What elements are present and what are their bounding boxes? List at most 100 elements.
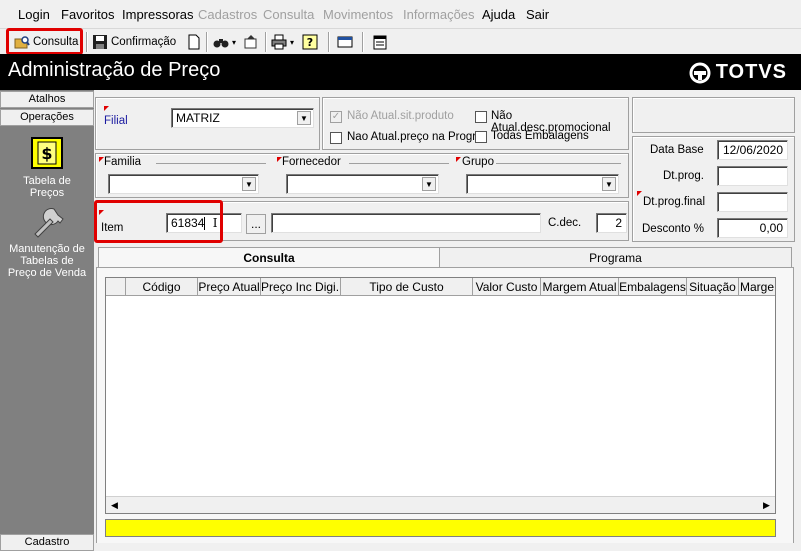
status-bar <box>105 519 776 537</box>
chevron-down-icon[interactable]: ▼ <box>297 111 311 125</box>
nao-atual-sit-produto-label: Não Atual.sit.produto <box>347 110 454 122</box>
chevron-down-icon[interactable]: ▼ <box>422 177 436 191</box>
export-button[interactable] <box>243 31 259 53</box>
totvs-logo: TOTVS <box>689 61 787 84</box>
help-button[interactable]: ? <box>302 31 318 53</box>
familia-select[interactable]: ▼ <box>108 174 259 194</box>
confirmacao-button-label: Confirmação <box>111 36 177 48</box>
nao-atual-desc-promocional-checkbox[interactable] <box>475 111 487 123</box>
find-button[interactable]: ▾ <box>213 31 236 53</box>
nav-item-manutencao[interactable]: Manutenção de Tabelas de Preço de Venda <box>0 205 94 279</box>
binoculars-icon <box>213 39 229 48</box>
grid-col-preco-inc-digi[interactable]: Preço Inc Digi... <box>261 278 341 296</box>
window-icon <box>337 36 353 48</box>
chevron-down-icon[interactable]: ▼ <box>242 177 256 191</box>
nav-item-tabela-de-precos[interactable]: $ Tabela de Preços <box>0 136 94 199</box>
save-icon <box>93 35 107 49</box>
dt-prog-final-label: Dt.prog.final <box>643 196 706 208</box>
grid-col-embalagens[interactable]: Embalagens <box>619 278 687 296</box>
module-header: Administração de Preço TOTVS <box>0 54 801 90</box>
cdec-label: C.dec. <box>548 217 582 229</box>
nao-atual-preco-prog-checkbox[interactable] <box>330 132 342 144</box>
grid-horizontal-scrollbar[interactable]: ◀ ▶ <box>106 496 775 513</box>
cdec-field[interactable]: 2 <box>596 213 627 233</box>
nao-atual-preco-prog-label: Nao Atual.preço na Progr. <box>347 131 479 143</box>
grid-col-selector[interactable] <box>106 278 126 296</box>
grid-col-tipo-de-custo[interactable]: Tipo de Custo <box>341 278 473 296</box>
totvs-logo-icon <box>689 62 711 83</box>
calendar-button[interactable] <box>372 31 388 53</box>
data-base-field[interactable]: 12/06/2020 <box>717 140 788 160</box>
print-button[interactable]: ▾ <box>271 31 294 53</box>
document-icon <box>188 34 200 50</box>
printer-icon <box>271 34 287 50</box>
filial-label: Filial <box>104 115 128 127</box>
grid-col-preco-atual[interactable]: Preço Atual <box>198 278 261 296</box>
menu-favoritos[interactable]: Favoritos <box>61 7 114 22</box>
nav-item-label: Manutenção de Tabelas de Preço de Venda <box>7 243 87 279</box>
nav-header-operacoes[interactable]: Operações <box>0 109 94 126</box>
grupo-label: Grupo <box>462 156 494 168</box>
window-button[interactable] <box>337 31 353 53</box>
wrench-icon <box>34 208 64 238</box>
classification-panel: Familia ▼ Fornecedor ▼ Grupo ▼ <box>95 153 629 198</box>
svg-text:?: ? <box>307 36 313 49</box>
item-description-field[interactable] <box>271 213 541 233</box>
desconto-field[interactable]: 0,00 <box>717 218 788 238</box>
results-grid[interactable]: Código Preço Atual Preço Inc Digi... Tip… <box>105 277 776 514</box>
menu-cadastros[interactable]: Cadastros <box>198 7 257 22</box>
scroll-right-icon[interactable]: ▶ <box>758 497 775 513</box>
page-title: Administração de Preço <box>8 59 221 81</box>
options-panel: ✓ Não Atual.sit.produto Nao Atual.preço … <box>322 97 629 150</box>
menu-informacoes[interactable]: Informações <box>403 7 475 22</box>
grupo-select[interactable]: ▼ <box>466 174 619 194</box>
export-icon <box>244 35 257 49</box>
nao-atual-sit-produto-checkbox[interactable]: ✓ <box>330 111 342 123</box>
data-base-label: Data Base <box>650 144 704 156</box>
tab-programa[interactable]: Programa <box>440 247 792 268</box>
grid-col-margem-atual[interactable]: Margem Atual <box>541 278 619 296</box>
fornecedor-select[interactable]: ▼ <box>286 174 439 194</box>
grid-col-valor-custo[interactable]: Valor Custo <box>473 278 541 296</box>
dt-prog-final-field[interactable] <box>717 192 788 212</box>
desconto-label: Desconto % <box>642 223 705 235</box>
todas-embalagens-checkbox[interactable] <box>475 131 487 143</box>
todas-embalagens-label: Todas Embalagens <box>491 130 589 142</box>
nav-header-atalhos[interactable]: Atalhos <box>0 91 94 108</box>
menu-impressoras[interactable]: Impressoras <box>122 7 194 22</box>
grid-col-margem[interactable]: Marge <box>739 278 775 296</box>
help-icon: ? <box>302 34 318 50</box>
filial-panel: Filial MATRIZ ▼ <box>95 97 320 150</box>
menu-consulta[interactable]: Consulta <box>263 7 314 22</box>
menu-movimentos[interactable]: Movimentos <box>323 7 393 22</box>
filial-value: MATRIZ <box>176 111 220 125</box>
filial-select[interactable]: MATRIZ ▼ <box>171 108 314 128</box>
menu-bar: Login Favoritos Impressoras Cadastros Co… <box>0 0 801 28</box>
dates-panel: Data Base 12/06/2020 Dt.prog. Dt.prog.fi… <box>632 136 795 242</box>
nav-item-label: Tabela de Preços <box>23 175 71 199</box>
scroll-left-icon[interactable]: ◀ <box>106 497 123 513</box>
chevron-down-icon[interactable]: ▼ <box>602 177 616 191</box>
new-document-button[interactable] <box>186 31 202 53</box>
menu-sair[interactable]: Sair <box>526 7 549 22</box>
tab-consulta[interactable]: Consulta <box>98 247 440 268</box>
item-highlight-box <box>94 200 223 243</box>
totvs-logo-text: TOTVS <box>715 61 787 83</box>
familia-label: Familia <box>104 156 142 168</box>
price-table-icon: $ <box>31 137 63 169</box>
fornecedor-label: Fornecedor <box>282 156 341 168</box>
calendar-icon <box>373 35 387 50</box>
menu-ajuda[interactable]: Ajuda <box>482 7 515 22</box>
left-nav: Atalhos Operações $ Tabela de Preços Man… <box>0 90 94 551</box>
item-browse-button[interactable]: ... <box>246 214 266 234</box>
dt-prog-label: Dt.prog. <box>663 170 704 182</box>
top-right-panel <box>632 97 795 133</box>
grid-col-situacao[interactable]: Situação <box>687 278 739 296</box>
grid-header: Código Preço Atual Preço Inc Digi... Tip… <box>106 278 775 296</box>
toolbar: Consulta Confirmação ▾ ▾ ? <box>0 28 801 55</box>
dt-prog-field[interactable] <box>717 166 788 186</box>
grid-col-codigo[interactable]: Código <box>126 278 198 296</box>
confirmacao-button[interactable]: Confirmação <box>92 31 176 53</box>
menu-login[interactable]: Login <box>18 7 50 22</box>
consulta-highlight-box <box>6 28 83 55</box>
